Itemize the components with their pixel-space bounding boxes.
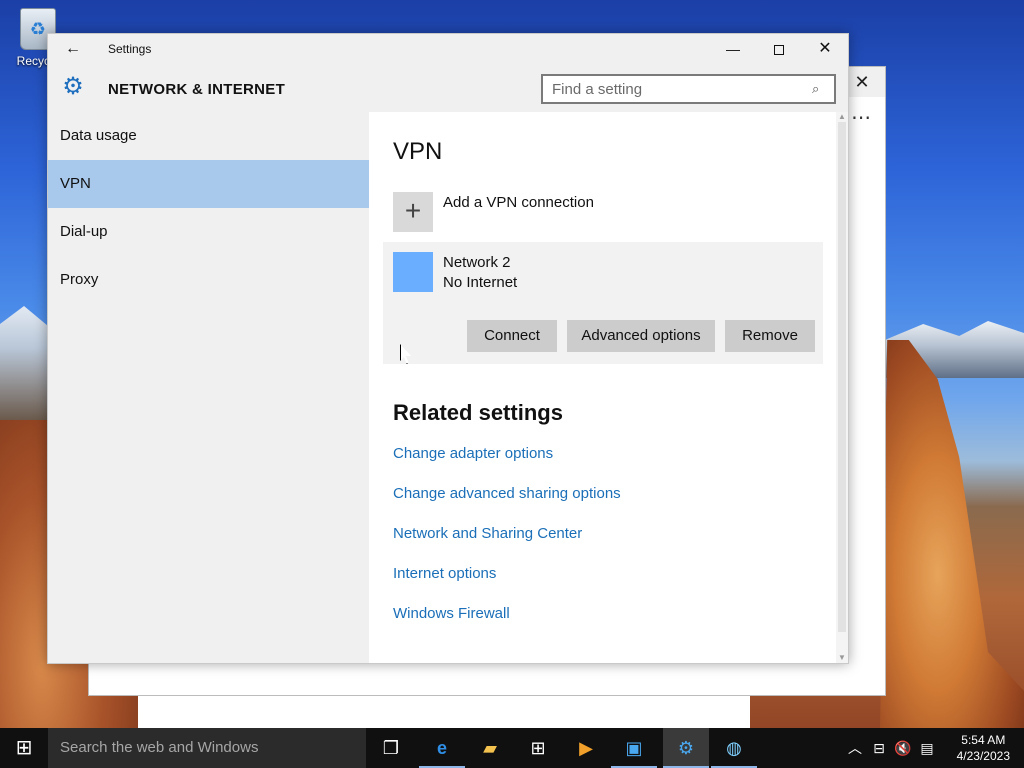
minimize-button[interactable]: —: [710, 34, 756, 64]
link-internet-options[interactable]: Internet options: [393, 566, 621, 606]
gear-icon: ⚙: [62, 73, 84, 100]
background-window-strip: [138, 696, 750, 728]
file-explorer-icon[interactable]: ▰: [467, 728, 513, 768]
clock-date: 4/23/2023: [956, 749, 1010, 763]
sidebar-item-data-usage[interactable]: Data usage: [48, 112, 369, 160]
close-button[interactable]: ✕: [802, 34, 848, 64]
page-title: VPN: [393, 138, 443, 165]
scroll-up-icon[interactable]: ▲: [836, 112, 848, 122]
control-panel-icon[interactable]: ▣: [611, 728, 657, 768]
settings-gear-icon[interactable]: ⚙: [663, 728, 709, 768]
store-icon[interactable]: ⊞: [515, 728, 561, 768]
settings-window: ← Settings — ✕ ⚙ NETWORK & INTERNET ⌕ Da…: [47, 33, 849, 664]
settings-header: ⚙ NETWORK & INTERNET ⌕: [48, 64, 848, 112]
maximize-button[interactable]: [756, 34, 802, 64]
task-view-icon[interactable]: ❐: [368, 728, 414, 768]
advanced-options-button[interactable]: Advanced options: [567, 320, 715, 352]
scrollbar[interactable]: ▲ ▼: [836, 112, 848, 663]
back-arrow-icon[interactable]: ←: [62, 38, 84, 60]
network-globe-icon[interactable]: ◍: [711, 728, 757, 768]
connection-status: No Internet: [443, 274, 518, 291]
scroll-down-icon[interactable]: ▼: [836, 653, 848, 663]
main-content: VPN + Add a VPN connection Network 2 No …: [369, 112, 836, 663]
link-windows-firewall[interactable]: Windows Firewall: [393, 606, 621, 646]
chevron-up-icon[interactable]: ︿: [844, 728, 866, 768]
edge-browser-icon[interactable]: e: [419, 728, 465, 768]
related-links: Change adapter options Change advanced s…: [393, 446, 621, 646]
search-icon[interactable]: ⌕: [812, 80, 828, 98]
vpn-connection-card[interactable]: Network 2 No Internet Connect Advanced o…: [383, 242, 823, 364]
taskbar: ⊞ Search the web and Windows ❐ e ▰ ⊞ ▶ ▣…: [0, 728, 1024, 768]
link-change-advanced-sharing[interactable]: Change advanced sharing options: [393, 486, 621, 526]
sidebar-item-proxy[interactable]: Proxy: [48, 256, 369, 304]
clock[interactable]: 5:54 AM 4/23/2023: [957, 732, 1010, 764]
title-bar: ← Settings — ✕: [48, 34, 848, 64]
section-title: NETWORK & INTERNET: [108, 81, 286, 98]
taskbar-search[interactable]: Search the web and Windows: [48, 728, 366, 768]
volume-muted-icon[interactable]: 🔇: [892, 728, 914, 768]
window-title: Settings: [108, 42, 152, 56]
remove-button[interactable]: Remove: [725, 320, 815, 352]
link-network-sharing-center[interactable]: Network and Sharing Center: [393, 526, 621, 566]
clock-time: 5:54 AM: [961, 733, 1006, 747]
background-close-icon[interactable]: ✕: [847, 69, 877, 95]
system-tray: ︿ ⊟ 🔇 ▤ 5:54 AM 4/23/2023: [844, 728, 1024, 768]
sidebar: Data usage VPN Dial-up Proxy: [48, 112, 369, 663]
add-vpn-label: Add a VPN connection: [443, 194, 594, 211]
action-center-icon[interactable]: ▤: [916, 728, 938, 768]
plus-icon: +: [393, 192, 433, 232]
network-icon: [393, 252, 433, 292]
related-settings-heading: Related settings: [393, 400, 563, 425]
network-status-icon[interactable]: ⊟: [868, 728, 890, 768]
media-player-icon[interactable]: ▶: [563, 728, 609, 768]
scrollbar-thumb[interactable]: [838, 122, 846, 632]
sidebar-item-dial-up[interactable]: Dial-up: [48, 208, 369, 256]
windows-start-icon[interactable]: ⊞: [0, 728, 48, 768]
connection-name: Network 2: [443, 254, 511, 271]
search-input[interactable]: [552, 76, 807, 102]
maximize-icon: [774, 45, 784, 56]
connect-button[interactable]: Connect: [467, 320, 557, 352]
wallpaper-rock: [880, 340, 1024, 730]
more-options-icon[interactable]: ⋯: [851, 105, 873, 130]
search-box[interactable]: ⌕: [541, 74, 836, 104]
sidebar-item-vpn[interactable]: VPN: [48, 160, 369, 208]
link-change-adapter-options[interactable]: Change adapter options: [393, 446, 621, 486]
